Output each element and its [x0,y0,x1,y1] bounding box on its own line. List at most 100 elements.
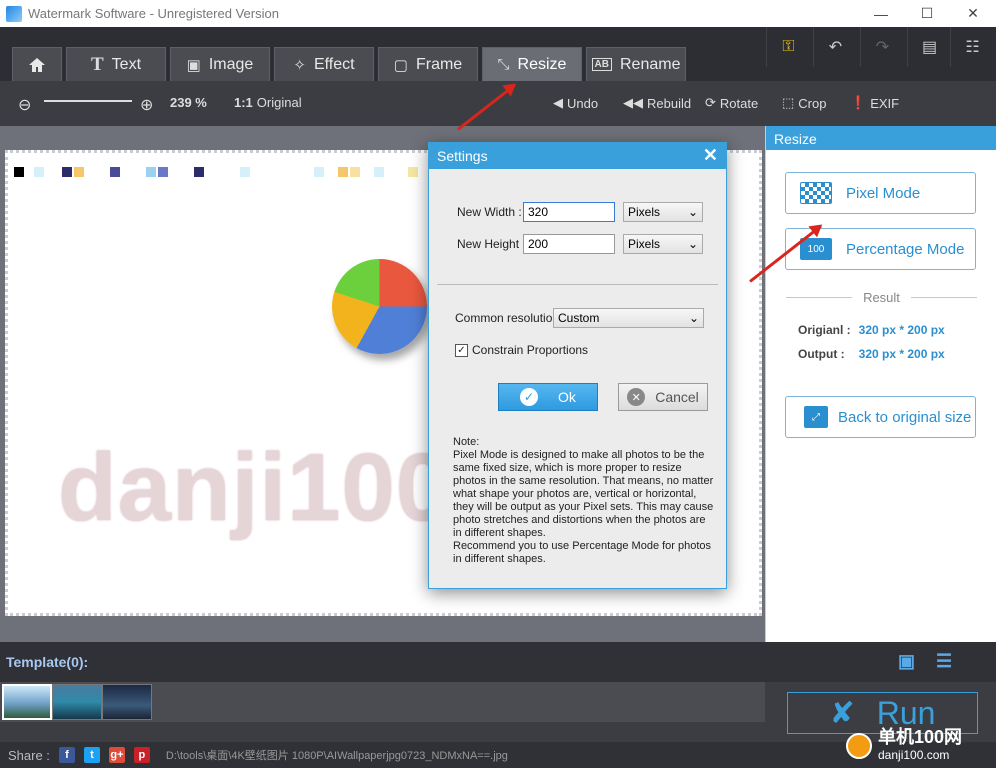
redo-toolbar-button[interactable]: ↷ [860,27,904,67]
original-size-row: Origianl : 320 px * 200 px [798,323,945,337]
new-width-input[interactable] [523,202,615,222]
list-button[interactable]: ☷ [950,27,994,67]
pinterest-icon[interactable]: p [133,747,150,763]
redo-icon: ↷ [875,39,890,56]
common-resolution-select[interactable]: Custom ⌄ [553,308,704,328]
message-button[interactable]: ▤ [907,27,951,67]
zoom-out-button[interactable]: ⊖ [18,95,31,115]
dialog-divider [437,284,718,285]
result-label: Result [863,290,900,305]
settings-dialog: Settings ✕ New Width : Pixels ⌄ New Heig… [428,142,727,589]
undo-arrow-icon: ◀ [553,95,563,110]
rotate-button[interactable]: ⟳ Rotate [705,95,758,111]
ok-check-icon: ✓ [520,388,539,406]
window-title: Watermark Software - Unregistered Versio… [28,6,279,21]
new-height-label: New Height : [457,237,526,251]
thumbnail-3[interactable] [102,684,152,720]
exif-icon: ❗ [850,95,867,110]
original-size-label: Origianl : [798,323,851,337]
undo-toolbar-button[interactable]: ↶ [813,27,857,67]
minimize-button[interactable]: — [858,0,904,27]
new-height-input[interactable] [523,234,615,254]
pixel-mode-button[interactable]: Pixel Mode [785,172,976,214]
run-label: Run [876,694,936,731]
width-unit-select[interactable]: Pixels ⌄ [623,202,703,222]
checkbox-check-icon: ✓ [455,343,468,357]
tab-frame-label: Frame [415,55,463,73]
rotate-icon: ⟳ [705,95,716,110]
original-size-value: 320 px * 200 px [858,323,945,337]
key-button[interactable]: ⚿ [766,27,810,67]
resize-panel: Resize Pixel Mode 100 Percentage Mode Re… [765,126,996,642]
close-button[interactable]: ✕ [950,0,996,27]
thumbnail-2[interactable] [52,684,102,720]
dialog-note: Note: Pixel Mode is designed to make all… [453,436,714,565]
share-label: Share : [8,747,50,763]
tab-image[interactable]: ▣ Image [170,47,270,81]
thumbnail-1[interactable] [2,684,52,720]
cancel-button[interactable]: ✕ Cancel [618,383,708,411]
original-button[interactable]: 1:1 Original [234,95,302,110]
zoom-out-icon: ⊖ [18,97,32,114]
undo-button[interactable]: ◀ Undo [553,95,598,111]
twitter-icon[interactable]: t [83,747,100,763]
file-path: D:\tools\桌面\4K壁纸图片 1080P\AIWallpaperjpg0… [165,750,508,762]
save-template-icon[interactable]: ▣ [898,651,915,672]
tab-effect-label: Effect [313,55,355,73]
rotate-label: Rotate [719,95,759,111]
googleplus-icon[interactable]: g+ [108,747,125,763]
ok-button[interactable]: ✓ Ok [498,383,598,411]
undo-icon: ↶ [828,39,843,56]
cancel-label: Cancel [655,389,699,405]
tab-home[interactable] [12,47,62,81]
maximize-button[interactable]: ☐ [904,0,950,27]
template-bar: Template(0): ▣ ☰ [0,642,996,682]
output-size-row: Output : 320 px * 200 px [798,347,945,361]
pixel-mode-label: Pixel Mode [846,184,921,202]
pixel-mode-icon [800,182,832,204]
height-unit-select[interactable]: Pixels ⌄ [623,234,703,254]
common-resolution-value: Custom [558,311,600,325]
thumbnail-strip [0,682,765,722]
rebuild-label: Rebuild [647,95,692,111]
tab-rename[interactable]: AB Rename [586,47,686,81]
facebook-icon[interactable]: f [58,747,75,763]
constrain-proportions-checkbox[interactable]: ✓ Constrain Proportions [455,343,588,357]
tab-image-label: Image [208,55,254,73]
rename-icon: AB [591,58,612,71]
tab-effect[interactable]: ✧ Effect [274,47,374,81]
output-size-value: 320 px * 200 px [858,347,945,361]
cancel-x-icon: ✕ [627,388,646,406]
back-to-original-label: Back to original size [838,408,972,426]
dialog-close-icon[interactable]: ✕ [703,145,718,166]
tab-frame[interactable]: ▢ Frame [378,47,478,81]
percentage-mode-button[interactable]: 100 Percentage Mode [785,228,976,270]
tab-text[interactable]: T Text [66,47,166,81]
message-icon: ▤ [921,39,938,56]
wand-icon: ✧ [293,56,306,74]
site-logo-icon [846,733,872,759]
resize-icon: ⤡ [497,56,510,73]
width-unit-value: Pixels [628,205,661,219]
zoom-slider[interactable] [44,100,132,102]
template-label: Template(0): [6,654,89,670]
watermark-text: danji100 [58,434,451,541]
rebuild-button[interactable]: ◀◀ Rebuild [623,95,691,111]
tab-rename-label: Rename [619,55,681,73]
crop-button[interactable]: ⬚ Crop [782,95,826,111]
percentage-mode-label: Percentage Mode [846,240,965,258]
dialog-title: Settings [437,148,488,164]
sub-toolbar: ⊖ ⊕ 239 % 1:1 Original ◀ Undo ◀◀ Rebuild… [0,81,996,126]
image-icon: ▣ [186,56,201,74]
expand-icon: ⤢ [804,406,828,428]
key-icon: ⚿ [782,38,795,55]
new-width-label: New Width : [457,205,522,219]
tab-resize[interactable]: ⤡ Resize [482,47,582,81]
back-to-original-button[interactable]: ⤢ Back to original size [785,396,976,438]
run-icon: ✘ [829,696,855,730]
zoom-in-button[interactable]: ⊕ [140,95,153,115]
dialog-header: Settings ✕ [429,143,726,169]
edit-template-icon[interactable]: ☰ [936,651,952,672]
exif-button[interactable]: ❗ EXIF [850,95,899,111]
common-resolution-label: Common resolution : [455,311,566,325]
